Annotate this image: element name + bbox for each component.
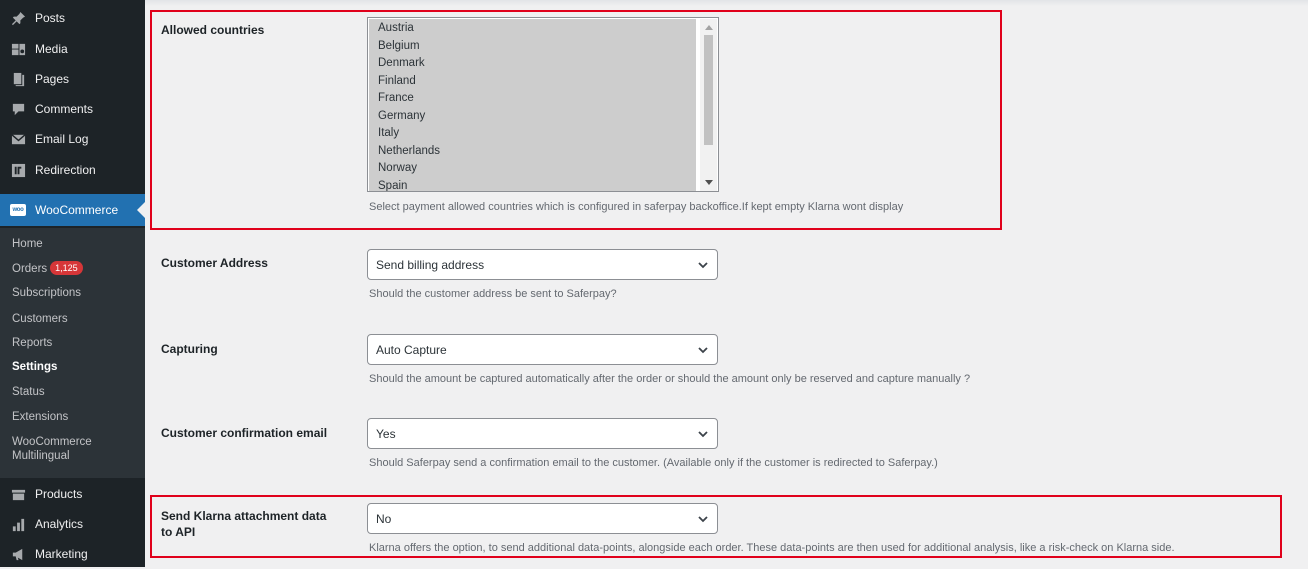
mail-icon (10, 131, 26, 147)
scrollbar-thumb[interactable] (704, 35, 713, 145)
chevron-down-icon (697, 428, 709, 440)
sidebar-item-analytics[interactable]: Analytics (0, 509, 145, 539)
submenu-item-subscriptions[interactable]: Subscriptions (12, 286, 81, 300)
submenu-item-woocommerce-multilingual[interactable]: WooCommerce Multilingual (12, 435, 92, 463)
pages-icon (10, 71, 26, 87)
media-icon (10, 41, 26, 57)
klarna-attachment-label: Send Klarna attachment data to API (161, 509, 327, 539)
customer-address-select[interactable]: Send billing address (367, 249, 718, 280)
chevron-down-icon (697, 259, 709, 271)
submenu-item-extensions[interactable]: Extensions (12, 410, 68, 424)
select-value: No (376, 511, 392, 526)
submenu-item-home[interactable]: Home (12, 237, 43, 251)
allowed-countries-description: Select payment allowed countries which i… (369, 201, 904, 213)
select-value: Yes (376, 426, 396, 441)
submenu-item-settings[interactable]: Settings (12, 360, 57, 374)
sidebar-item-marketing[interactable]: Marketing (0, 539, 145, 569)
sidebar-item-woocommerce[interactable]: woo WooCommerce (0, 194, 145, 226)
redirection-icon (10, 162, 26, 178)
woocommerce-submenu: Home Orders 1,125 Subscriptions Customers… (0, 228, 145, 478)
submenu-item-orders[interactable]: Orders 1,125 (12, 261, 83, 276)
sidebar-item-label: Marketing (35, 547, 88, 561)
klarna-attachment-description: Klarna offers the option, to send additi… (369, 542, 1175, 554)
analytics-icon (10, 516, 26, 532)
sidebar-item-label: Posts (35, 11, 66, 25)
select-value: Send billing address (376, 257, 485, 272)
country-options-list: Austria Belgium Denmark Finland France G… (369, 19, 696, 191)
country-option[interactable]: France (378, 91, 414, 105)
chevron-down-icon (697, 513, 709, 525)
country-option[interactable]: Austria (378, 21, 414, 35)
scroll-up-arrow-icon[interactable] (705, 25, 713, 30)
sidebar-item-redirection[interactable]: Redirection (0, 155, 145, 185)
active-menu-arrow (137, 202, 145, 218)
submenu-item-reports[interactable]: Reports (12, 336, 52, 350)
sidebar-item-label: Analytics (35, 517, 84, 531)
country-option[interactable]: Spain (378, 179, 407, 192)
sidebar-item-label: Comments (35, 102, 94, 116)
confirmation-email-select[interactable]: Yes (367, 418, 718, 449)
comment-icon (10, 101, 26, 117)
capturing-label: Capturing (161, 342, 218, 356)
sidebar-item-label: Redirection (35, 163, 96, 177)
capturing-select[interactable]: Auto Capture (367, 334, 718, 365)
klarna-attachment-select[interactable]: No (367, 503, 718, 534)
submenu-item-customers[interactable]: Customers (12, 312, 68, 326)
country-option[interactable]: Finland (378, 74, 416, 88)
sidebar-item-comments[interactable]: Comments (0, 94, 145, 124)
sidebar-item-label: Pages (35, 72, 70, 86)
chevron-down-icon (697, 344, 709, 356)
admin-sidebar: Posts Media Pages Comments Email Log Red… (0, 0, 145, 567)
sidebar-item-posts[interactable]: Posts (0, 3, 145, 33)
allowed-countries-multiselect[interactable]: Austria Belgium Denmark Finland France G… (367, 17, 719, 192)
multiselect-scrollbar[interactable] (700, 19, 717, 191)
country-option[interactable]: Belgium (378, 39, 420, 53)
customer-address-label: Customer Address (161, 256, 268, 270)
country-option[interactable]: Germany (378, 109, 425, 123)
pin-icon (10, 10, 26, 26)
sidebar-item-label: Products (35, 487, 83, 501)
country-option[interactable]: Norway (378, 161, 417, 175)
allowed-countries-label: Allowed countries (161, 23, 265, 37)
select-value: Auto Capture (376, 342, 447, 357)
sidebar-item-pages[interactable]: Pages (0, 64, 145, 94)
sidebar-item-email-log[interactable]: Email Log (0, 124, 145, 154)
sidebar-item-label: Media (35, 42, 68, 56)
top-shadow-strip (145, 0, 1308, 6)
capturing-description: Should the amount be captured automatica… (369, 373, 971, 385)
sidebar-item-media[interactable]: Media (0, 34, 145, 64)
sidebar-item-products[interactable]: Products (0, 479, 145, 509)
orders-count-badge: 1,125 (50, 261, 83, 275)
sidebar-item-label: Email Log (35, 132, 89, 146)
scroll-down-arrow-icon[interactable] (705, 180, 713, 185)
woocommerce-logo-icon: woo (10, 202, 26, 218)
customer-address-description: Should the customer address be sent to S… (369, 288, 617, 300)
megaphone-icon (10, 546, 26, 562)
country-option[interactable]: Italy (378, 126, 399, 140)
confirmation-email-description: Should Saferpay send a confirmation emai… (369, 457, 938, 469)
submenu-item-status[interactable]: Status (12, 385, 45, 399)
products-icon (10, 486, 26, 502)
country-option[interactable]: Denmark (378, 56, 425, 70)
sidebar-item-label: WooCommerce (35, 203, 119, 217)
country-option[interactable]: Netherlands (378, 144, 440, 158)
confirmation-email-label: Customer confirmation email (161, 426, 328, 440)
